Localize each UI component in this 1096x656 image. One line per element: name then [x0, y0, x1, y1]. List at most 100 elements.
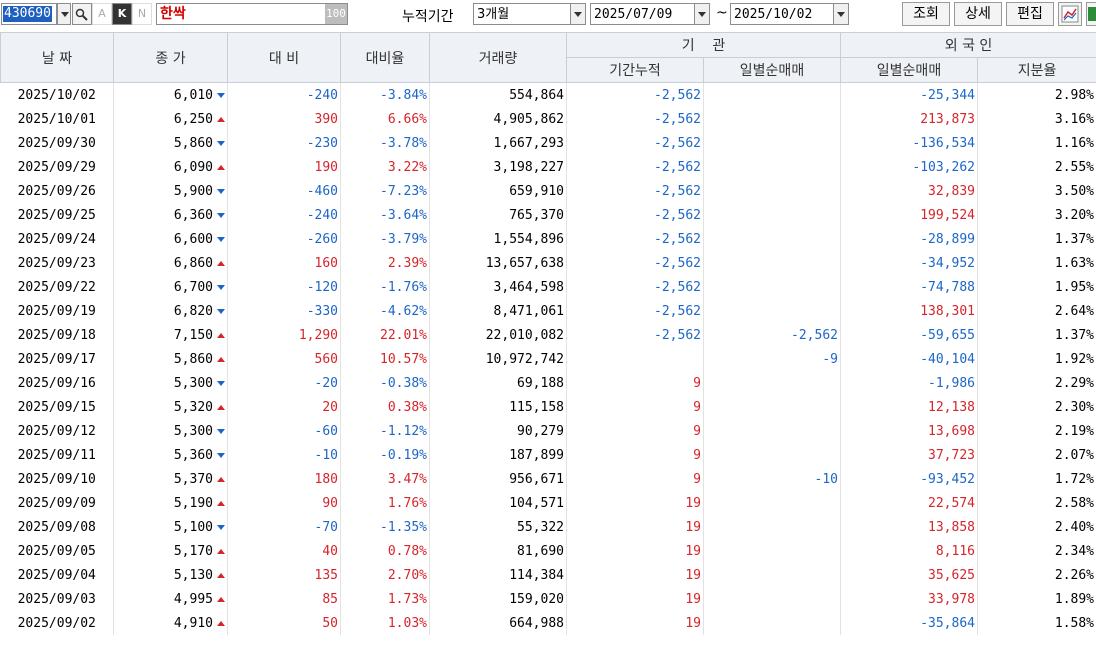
- cell-inst-daily: [703, 563, 841, 587]
- table-row[interactable]: 2025/09/15 5,320 20 0.38% 115,158 9 12,138 2.30…: [0, 395, 1096, 419]
- table-row[interactable]: 2025/09/19 6,820 -330 -4.62% 8,471,061 -2,562…: [0, 299, 1096, 323]
- col-header-change[interactable]: 대 비: [227, 32, 341, 83]
- cell-date-value: 2025/09/16: [17, 375, 96, 391]
- table-row[interactable]: 2025/09/12 5,300 -60 -1.12% 90,279 9 13,698 2.1…: [0, 419, 1096, 443]
- cell-change-value: 180: [314, 471, 338, 487]
- cell-foreign-daily-value: -93,452: [920, 471, 975, 487]
- table-row[interactable]: 2025/09/11 5,360 -10 -0.19% 187,899 9 37,723 2.…: [0, 443, 1096, 467]
- table-row[interactable]: 2025/09/17 5,860 560 10.57% 10,972,742 -9 -40,…: [0, 347, 1096, 371]
- cell-volume-value: 1,667,293: [493, 135, 564, 151]
- cell-change-value: 1,290: [298, 327, 338, 343]
- code-dropdown-button[interactable]: [57, 3, 71, 25]
- cell-rate-value: 0.78%: [387, 543, 427, 559]
- cell-volume-value: 10,972,742: [485, 351, 564, 367]
- cell-inst-cumulative: -2,562: [566, 107, 704, 131]
- table-row[interactable]: 2025/09/10 5,370 180 3.47% 956,671 9 -10 -93,45…: [0, 467, 1096, 491]
- cell-volume-value: 159,020: [509, 591, 564, 607]
- cell-rate-value: -3.78%: [380, 135, 427, 151]
- table-row[interactable]: 2025/10/02 6,010 -240 -3.84% 554,864 -2,562 -2…: [0, 82, 1096, 107]
- col-header-volume[interactable]: 거래량: [429, 32, 567, 83]
- table-row[interactable]: 2025/09/29 6,090 190 3.22% 3,198,227 -2,562 -1…: [0, 155, 1096, 179]
- cell-rate: 0.38%: [340, 395, 430, 419]
- cell-rate-value: -4.62%: [380, 303, 427, 319]
- cell-date: 2025/09/03: [0, 587, 114, 611]
- cell-date-value: 2025/09/24: [17, 231, 96, 247]
- table-row[interactable]: 2025/09/18 7,150 1,290 22.01% 22,010,082 -2,5…: [0, 323, 1096, 347]
- col-header-foreign-ratio[interactable]: 지분율: [976, 57, 1096, 83]
- table-row[interactable]: 2025/10/01 6,250 390 6.66% 4,905,862 -2,562 21…: [0, 107, 1096, 131]
- down-arrow-icon: [217, 285, 225, 290]
- search-button[interactable]: [72, 3, 92, 25]
- table-row[interactable]: 2025/09/09 5,190 90 1.76% 104,571 19 22,574 2.5…: [0, 491, 1096, 515]
- detail-button[interactable]: 상세: [954, 2, 1002, 26]
- cell-foreign-daily-value: 213,873: [920, 111, 975, 127]
- cell-change-value: 160: [314, 255, 338, 271]
- chevron-down-icon: [833, 4, 848, 24]
- search-icon: [75, 8, 88, 21]
- col-header-foreign-daily[interactable]: 일별순매매: [840, 57, 978, 83]
- cell-foreign-ratio: 1.37%: [977, 323, 1096, 347]
- cell-change: -240: [227, 203, 341, 227]
- cell-rate: 3.22%: [340, 155, 430, 179]
- end-date-picker[interactable]: 2025/10/02: [730, 3, 849, 25]
- table-row[interactable]: 2025/09/08 5,100 -70 -1.35% 55,322 19 13,858 2.…: [0, 515, 1096, 539]
- query-button[interactable]: 조회: [902, 2, 950, 26]
- cell-close-value: 5,190: [173, 495, 213, 511]
- cell-foreign-ratio-value: 2.07%: [1054, 447, 1095, 463]
- cell-date: 2025/09/24: [0, 227, 114, 251]
- table-row[interactable]: 2025/09/30 5,860 -230 -3.78% 1,667,293 -2,562…: [0, 131, 1096, 155]
- cell-change-value: -240: [306, 87, 338, 103]
- cell-foreign-daily: 12,138: [840, 395, 978, 419]
- export-button[interactable]: [1086, 2, 1096, 26]
- cell-foreign-daily-value: 37,723: [928, 447, 975, 463]
- chart-button[interactable]: [1058, 2, 1082, 26]
- filter-k-button[interactable]: K: [112, 3, 132, 25]
- stock-code-input[interactable]: 430690: [1, 3, 57, 25]
- table-row[interactable]: 2025/09/04 5,130 135 2.70% 114,384 19 35,625 2.…: [0, 563, 1096, 587]
- cell-rate: -3.64%: [340, 203, 430, 227]
- col-group-institution: 기 관: [566, 32, 841, 58]
- filter-a-button[interactable]: A: [92, 3, 112, 25]
- cell-foreign-daily-value: 33,978: [928, 591, 975, 607]
- start-date-picker[interactable]: 2025/07/09: [590, 3, 710, 25]
- cell-date: 2025/09/30: [0, 131, 114, 155]
- cell-foreign-ratio-value: 1.16%: [1054, 135, 1095, 151]
- cell-change: 135: [227, 563, 341, 587]
- col-header-inst-daily[interactable]: 일별순매매: [703, 57, 841, 83]
- cell-foreign-daily: -103,262: [840, 155, 978, 179]
- cell-inst-daily: [703, 275, 841, 299]
- table-row[interactable]: 2025/09/16 5,300 -20 -0.38% 69,188 9 -1,986 2.2…: [0, 371, 1096, 395]
- col-header-close[interactable]: 종 가: [113, 32, 228, 83]
- edit-button[interactable]: 편집: [1006, 2, 1054, 26]
- table-row[interactable]: 2025/09/05 5,170 40 0.78% 81,690 19 8,116 2.34%: [0, 539, 1096, 563]
- cell-volume: 13,657,638: [429, 251, 567, 275]
- cell-inst-cumulative-value: -2,562: [654, 135, 701, 151]
- period-select[interactable]: 3개월: [473, 3, 586, 25]
- cell-foreign-daily: -74,788: [840, 275, 978, 299]
- cell-foreign-daily-value: -28,899: [920, 231, 975, 247]
- col-header-rate[interactable]: 대비율: [340, 32, 430, 83]
- period-label: 누적기간: [402, 9, 454, 25]
- cell-close-value: 5,900: [173, 183, 213, 199]
- cell-rate: -3.84%: [340, 82, 430, 107]
- cell-rate: -3.78%: [340, 131, 430, 155]
- cell-foreign-daily-value: -74,788: [920, 279, 975, 295]
- cell-change: 90: [227, 491, 341, 515]
- table-row[interactable]: 2025/09/22 6,700 -120 -1.76% 3,464,598 -2,562…: [0, 275, 1096, 299]
- cell-inst-cumulative-value: -2,562: [654, 327, 701, 343]
- cell-inst-cumulative: 19: [566, 611, 704, 635]
- table-row[interactable]: 2025/09/03 4,995 85 1.73% 159,020 19 33,978 1.8…: [0, 587, 1096, 611]
- table-row[interactable]: 2025/09/23 6,860 160 2.39% 13,657,638 -2,562 -…: [0, 251, 1096, 275]
- table-row[interactable]: 2025/09/24 6,600 -260 -3.79% 1,554,896 -2,562…: [0, 227, 1096, 251]
- cell-foreign-daily-value: 13,858: [928, 519, 975, 535]
- cell-volume-value: 13,657,638: [485, 255, 564, 271]
- table-row[interactable]: 2025/09/02 4,910 50 1.03% 664,988 19 -35,864 1.…: [0, 611, 1096, 635]
- col-header-date[interactable]: 날 짜: [0, 32, 114, 83]
- cell-close-value: 5,300: [173, 423, 213, 439]
- table-row[interactable]: 2025/09/26 5,900 -460 -7.23% 659,910 -2,562 32…: [0, 179, 1096, 203]
- filter-n-button[interactable]: N: [132, 3, 152, 25]
- excel-icon: [1088, 7, 1096, 21]
- table-row[interactable]: 2025/09/25 6,360 -240 -3.64% 765,370 -2,562 19…: [0, 203, 1096, 227]
- cell-date: 2025/09/10: [0, 467, 114, 491]
- col-header-inst-cumulative[interactable]: 기간누적: [566, 57, 704, 83]
